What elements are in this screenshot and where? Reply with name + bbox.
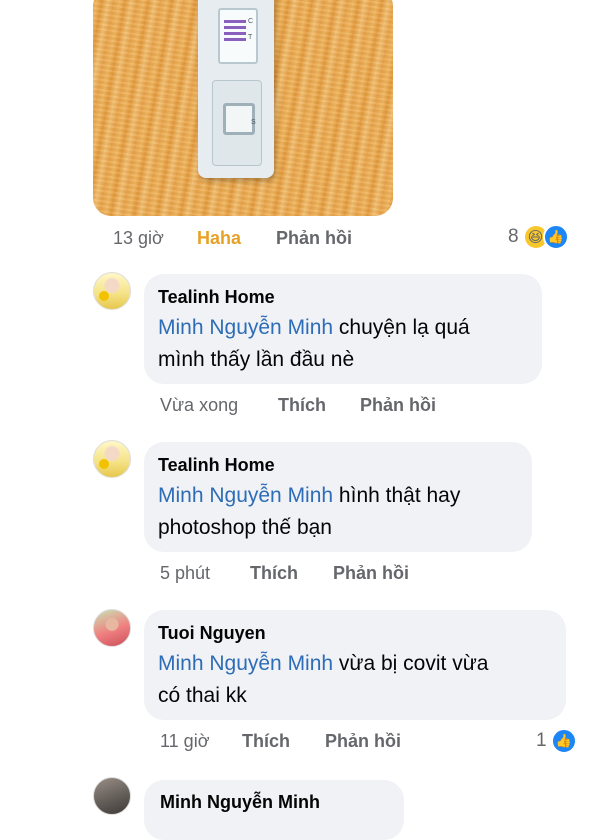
post-time[interactable]: 13 giờ bbox=[113, 228, 164, 249]
comment-text-line1: hình thật hay bbox=[333, 484, 461, 507]
avatar[interactable] bbox=[93, 609, 131, 647]
like-button[interactable]: Thích bbox=[278, 395, 326, 416]
comment-actions: Vừa xong Thích Phản hồi bbox=[160, 395, 480, 417]
test-cassette: C T S bbox=[198, 0, 274, 178]
like-button[interactable]: Thích bbox=[250, 563, 298, 584]
comment-time[interactable]: 11 giờ bbox=[160, 731, 210, 752]
mention-link[interactable]: Minh Nguyễn Minh bbox=[158, 316, 333, 339]
comment-text: Minh Nguyễn Minh vừa bị covit vừa có thai… bbox=[158, 648, 550, 712]
comment-reactions[interactable]: 1 👍 bbox=[536, 728, 577, 754]
label-c: C bbox=[248, 18, 254, 25]
comment-bubble: Tealinh Home Minh Nguyễn Minh hình thật … bbox=[144, 442, 532, 552]
comment-actions: 5 phút Thích Phản hồi bbox=[160, 563, 460, 585]
comment-actions: 11 giờ Thích Phản hồi bbox=[160, 731, 460, 753]
test-band bbox=[224, 26, 246, 29]
test-band bbox=[224, 38, 246, 41]
sample-area: S bbox=[212, 80, 262, 166]
reaction-count: 8 bbox=[508, 226, 519, 247]
reply-button[interactable]: Phản hồi bbox=[360, 395, 436, 416]
like-icon: 👍 bbox=[550, 728, 577, 754]
test-band bbox=[224, 32, 246, 35]
label-s: S bbox=[251, 119, 256, 126]
comment-author[interactable]: Tuoi Nguyen bbox=[158, 622, 550, 644]
comment-text-line2: mình thấy lần đầu nè bbox=[158, 348, 355, 371]
haha-reaction-button[interactable]: Haha bbox=[197, 228, 241, 249]
comment-text: Minh Nguyễn Minh chuyện lạ quá mình thấy … bbox=[158, 312, 526, 376]
avatar[interactable] bbox=[93, 440, 131, 478]
comment-author[interactable]: Tealinh Home bbox=[158, 286, 526, 308]
avatar[interactable] bbox=[93, 777, 131, 815]
comment-text-line2: có thai kk bbox=[158, 684, 247, 707]
reaction-count: 1 bbox=[536, 730, 547, 751]
post-reactions[interactable]: 8 😆 👍 bbox=[508, 224, 569, 250]
post-actions: 13 giờ Haha Phản hồi bbox=[113, 228, 393, 250]
mention-link[interactable]: Minh Nguyễn Minh bbox=[158, 484, 333, 507]
reply-button[interactable]: Phản hồi bbox=[325, 731, 401, 752]
comment-text-line1: chuyện lạ quá bbox=[333, 316, 470, 339]
reply-button[interactable]: Phản hồi bbox=[276, 228, 352, 249]
comment-bubble: Tuoi Nguyen Minh Nguyễn Minh vừa bị covi… bbox=[144, 610, 566, 720]
comment-time[interactable]: Vừa xong bbox=[160, 395, 238, 416]
like-icon: 👍 bbox=[542, 224, 569, 250]
test-band bbox=[224, 20, 246, 23]
comment-bubble: Tealinh Home Minh Nguyễn Minh chuyện lạ … bbox=[144, 274, 542, 384]
mention-link[interactable]: Minh Nguyễn Minh bbox=[158, 652, 333, 675]
comment-text-line2: photoshop thế bạn bbox=[158, 516, 332, 539]
comment-author[interactable]: Tealinh Home bbox=[158, 454, 516, 476]
avatar[interactable] bbox=[93, 272, 131, 310]
label-t: T bbox=[248, 34, 253, 41]
like-button[interactable]: Thích bbox=[242, 731, 290, 752]
comment-author[interactable]: Minh Nguyễn Minh bbox=[160, 792, 320, 813]
post-photo[interactable]: C T S bbox=[93, 0, 393, 216]
result-window: C T bbox=[218, 8, 258, 64]
comment-text: Minh Nguyễn Minh hình thật hay photoshop … bbox=[158, 480, 516, 544]
comment-time[interactable]: 5 phút bbox=[160, 563, 210, 584]
comment-text-line1: vừa bị covit vừa bbox=[333, 652, 489, 675]
reply-button[interactable]: Phản hồi bbox=[333, 563, 409, 584]
